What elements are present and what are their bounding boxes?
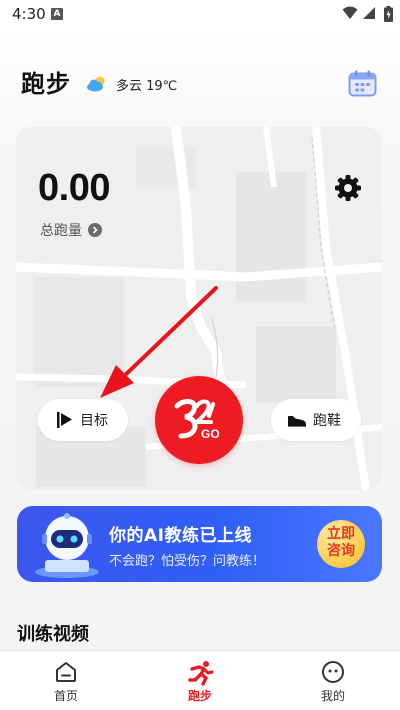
- shoes-label: 跑鞋: [313, 413, 341, 429]
- section-title: 训练视频: [17, 624, 89, 645]
- nav-home[interactable]: 首页: [26, 651, 106, 710]
- bottom-nav: 首页 跑步 我的: [0, 650, 400, 710]
- flag-play-icon: [57, 412, 72, 428]
- shoes-button[interactable]: 跑鞋: [271, 399, 361, 441]
- settings-button[interactable]: [334, 174, 362, 206]
- consult-line-1: 立即: [327, 526, 355, 542]
- smiley-icon: [322, 661, 344, 683]
- ai-banner-subtitle: 不会跑？怕受伤？问教练！: [109, 554, 266, 569]
- nav-run-label: 跑步: [187, 689, 212, 703]
- shoe-icon: [288, 416, 306, 427]
- map-card[interactable]: 0.00 总跑量 目标 GO 跑鞋: [16, 127, 382, 490]
- nav-home-label: 首页: [53, 689, 78, 703]
- distance-label: 总跑量: [40, 223, 82, 239]
- battery-icon: [384, 6, 393, 22]
- page-title: 跑步: [21, 70, 71, 98]
- nav-mine[interactable]: 我的: [293, 651, 373, 710]
- distance-value: 0.00: [38, 167, 110, 209]
- status-time: 4:30: [12, 5, 46, 23]
- wifi-icon: [342, 6, 358, 19]
- start-run-button[interactable]: GO: [155, 376, 243, 464]
- consult-line-2: 咨询: [327, 543, 355, 559]
- nav-run[interactable]: 跑步: [160, 651, 240, 710]
- calendar-icon: [348, 70, 377, 97]
- gear-icon: [335, 175, 361, 201]
- robot-icon: [35, 513, 99, 578]
- chevron-right-icon: [88, 223, 102, 237]
- runner-icon: [188, 661, 214, 686]
- distance-link[interactable]: 总跑量: [40, 220, 102, 240]
- ai-banner-title: 你的AI教练已上线: [109, 526, 252, 546]
- weather-text: 多云 19℃: [116, 79, 178, 94]
- status-bar: 4:30 A: [0, 0, 400, 28]
- consult-now-button[interactable]: 立即 咨询: [317, 520, 365, 568]
- nav-mine-label: 我的: [320, 689, 345, 703]
- ai-coach-banner[interactable]: 你的AI教练已上线 不会跑？怕受伤？问教练！ 立即 咨询: [17, 506, 382, 582]
- start-logo: GO: [174, 399, 220, 441]
- cloud-sun-icon: [87, 76, 105, 92]
- calendar-button[interactable]: [348, 70, 377, 101]
- goal-button[interactable]: 目标: [38, 399, 128, 441]
- signal-icon: [363, 7, 375, 19]
- home-icon: [56, 662, 76, 682]
- notification-icon: A: [51, 8, 63, 20]
- start-sub-label: GO: [201, 427, 220, 441]
- goal-label: 目标: [80, 413, 108, 429]
